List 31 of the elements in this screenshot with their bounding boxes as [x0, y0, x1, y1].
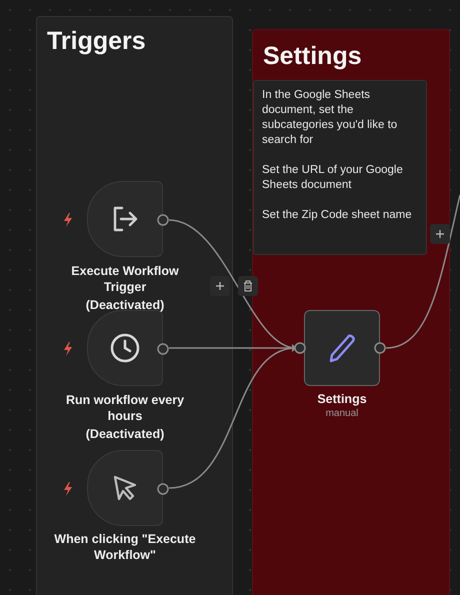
node-status: (Deactivated) — [86, 426, 164, 442]
plus-icon — [215, 281, 225, 291]
trigger-node[interactable] — [87, 310, 163, 386]
lightning-icon — [63, 482, 73, 496]
delete-button[interactable] — [238, 276, 258, 296]
trigger-node[interactable] — [87, 181, 163, 257]
input-handle[interactable] — [292, 342, 306, 354]
trash-icon — [243, 280, 253, 292]
node-subtitle: manual — [326, 408, 358, 419]
output-handle[interactable] — [157, 483, 169, 495]
trigger-node[interactable] — [87, 450, 163, 526]
output-handle[interactable] — [157, 343, 169, 355]
settings-node[interactable] — [304, 310, 380, 386]
clock-icon — [109, 332, 141, 364]
note-text: Set the Zip Code sheet name — [262, 208, 413, 223]
plus-icon — [435, 229, 445, 239]
node-status: (Deactivated) — [86, 297, 164, 313]
node-label: Settings — [317, 391, 367, 407]
output-handle[interactable] — [157, 214, 169, 226]
node-label: When clicking "Execute Workflow" — [53, 531, 197, 563]
group-title: Settings — [263, 42, 362, 71]
lightning-icon — [63, 213, 73, 227]
group-title: Triggers — [47, 27, 146, 56]
output-handle[interactable] — [374, 342, 386, 354]
lightning-icon — [63, 342, 73, 356]
add-button[interactable] — [430, 224, 450, 244]
node-label: Run workflow every hours — [64, 392, 186, 424]
add-button[interactable] — [210, 276, 230, 296]
node-label: Execute Workflow Trigger — [70, 263, 180, 295]
note-text: In the Google Sheets document, set the subcategories you'd like to search for — [262, 88, 398, 148]
note-text: Set the URL of your Google Sheets document — [262, 163, 404, 193]
